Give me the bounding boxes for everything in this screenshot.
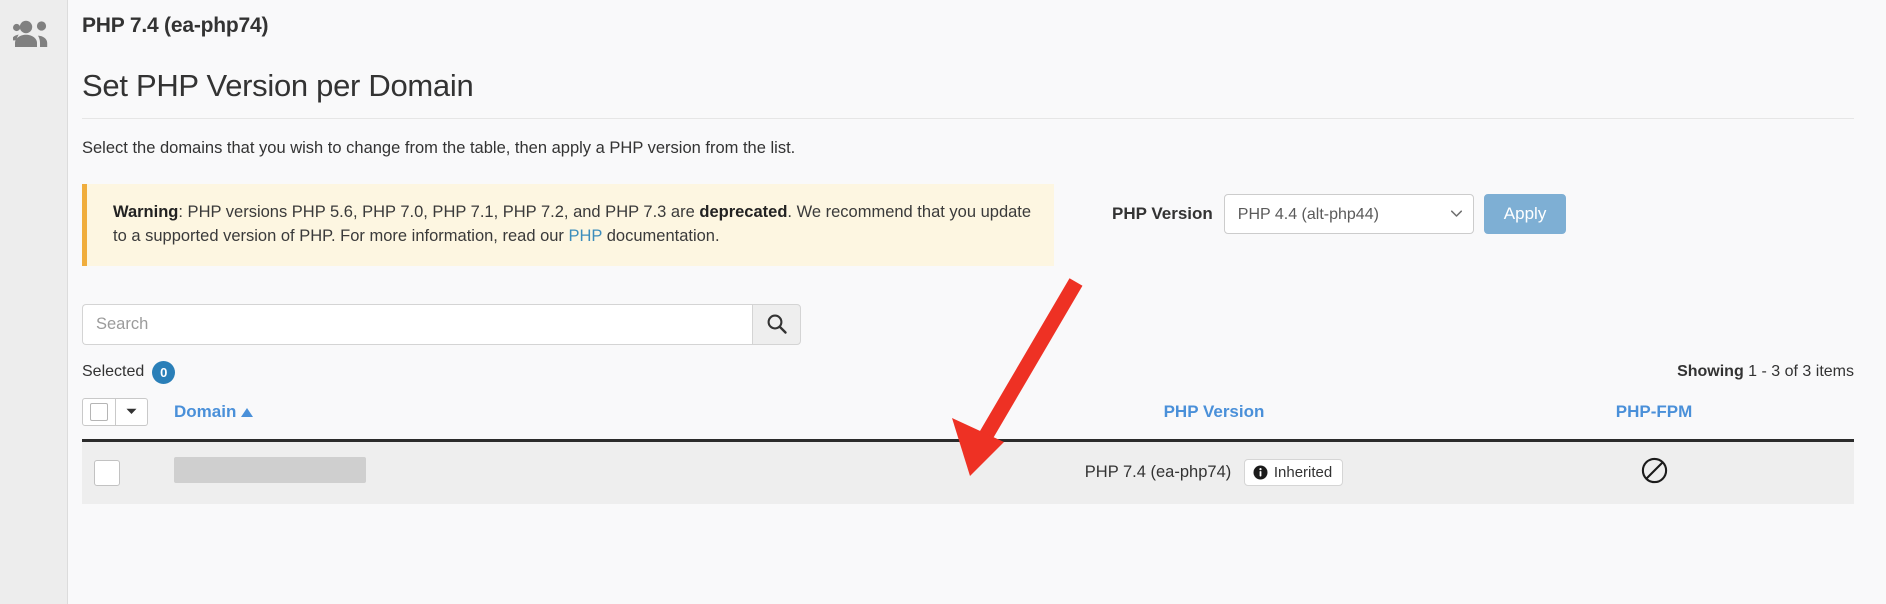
showing-prefix: Showing [1677, 363, 1748, 380]
search-button[interactable] [752, 304, 801, 345]
header-php-fpm: PHP-FPM [1454, 398, 1854, 441]
alert-strong-prefix: Warning [113, 203, 178, 221]
info-icon [1253, 465, 1268, 480]
showing-value: 1 - 3 of 3 items [1748, 363, 1854, 380]
table-header-row: Domain PHP Version PHP-FPM [82, 398, 1854, 441]
search-row [82, 304, 1854, 345]
row-php-version-cell: PHP 7.4 (ea-php74) Inherited [974, 440, 1454, 504]
sidebar [0, 0, 68, 604]
php-version-label: PHP Version [1112, 204, 1213, 224]
row-checkbox[interactable] [94, 460, 120, 486]
prohibited-icon [1641, 457, 1668, 484]
app-title: PHP 7.4 (ea-php74) [82, 0, 1854, 38]
alert-and-controls-row: Warning: PHP versions PHP 5.6, PHP 7.0, … [82, 184, 1854, 266]
row-domain-cell [174, 440, 974, 504]
redacted-domain-name [174, 457, 366, 483]
alert-text-1: : PHP versions PHP 5.6, PHP 7.0, PHP 7.1… [178, 203, 699, 221]
header-domain: Domain [174, 398, 974, 441]
header-domain-label: Domain [174, 402, 236, 421]
select-all-group [82, 398, 148, 426]
table-row[interactable]: PHP 7.4 (ea-php74) Inherited [82, 440, 1854, 504]
search-input[interactable] [82, 304, 752, 345]
row-select-cell [82, 440, 174, 504]
header-php-version: PHP Version [974, 398, 1454, 441]
page-title: Set PHP Version per Domain [82, 68, 1854, 119]
selected-counter: Selected 0 [82, 361, 175, 384]
deprecation-warning-alert: Warning: PHP versions PHP 5.6, PHP 7.0, … [82, 184, 1054, 266]
selected-label: Selected [82, 363, 144, 381]
sort-domain-link[interactable]: Domain [174, 402, 253, 421]
select-all-dropdown-button[interactable] [116, 398, 148, 426]
table-meta-row: Selected 0 Showing 1 - 3 of 3 items [82, 361, 1854, 384]
select-all-checkbox[interactable] [82, 398, 116, 426]
caret-up-icon [241, 408, 253, 417]
row-php-version-value: PHP 7.4 (ea-php74) [1085, 463, 1231, 481]
main-content: PHP 7.4 (ea-php74) Set PHP Version per D… [68, 0, 1886, 604]
checkbox-box [90, 403, 108, 421]
row-php-fpm-cell [1454, 440, 1854, 504]
php-version-select-wrapper: PHP 4.4 (alt-php44) [1224, 194, 1474, 234]
alert-text-3: documentation. [602, 227, 719, 245]
apply-button[interactable]: Apply [1484, 194, 1567, 234]
sort-php-version-link[interactable]: PHP Version [1164, 402, 1265, 421]
alert-strong-deprecated: deprecated [699, 203, 787, 221]
table-head: Domain PHP Version PHP-FPM [82, 398, 1854, 441]
showing-items-text: Showing 1 - 3 of 3 items [1677, 363, 1854, 381]
header-select-all [82, 398, 174, 441]
sort-php-fpm-link[interactable]: PHP-FPM [1616, 402, 1693, 421]
domains-table: Domain PHP Version PHP-FPM [82, 398, 1854, 504]
php-selector-page: PHP 7.4 (ea-php74) Set PHP Version per D… [0, 0, 1886, 604]
table-body: PHP 7.4 (ea-php74) Inherited [82, 440, 1854, 504]
search-icon [766, 313, 788, 335]
php-version-select[interactable]: PHP 4.4 (alt-php44) [1224, 194, 1474, 234]
php-documentation-link[interactable]: PHP [569, 227, 603, 245]
inherited-badge-label: Inherited [1274, 464, 1332, 481]
selected-count-badge: 0 [152, 361, 175, 384]
caret-down-icon [126, 408, 137, 415]
inherited-badge[interactable]: Inherited [1244, 459, 1343, 486]
page-description: Select the domains that you wish to chan… [82, 139, 1854, 158]
users-group-icon[interactable] [13, 18, 55, 57]
php-version-control: PHP Version PHP 4.4 (alt-php44) Apply [1112, 194, 1566, 234]
